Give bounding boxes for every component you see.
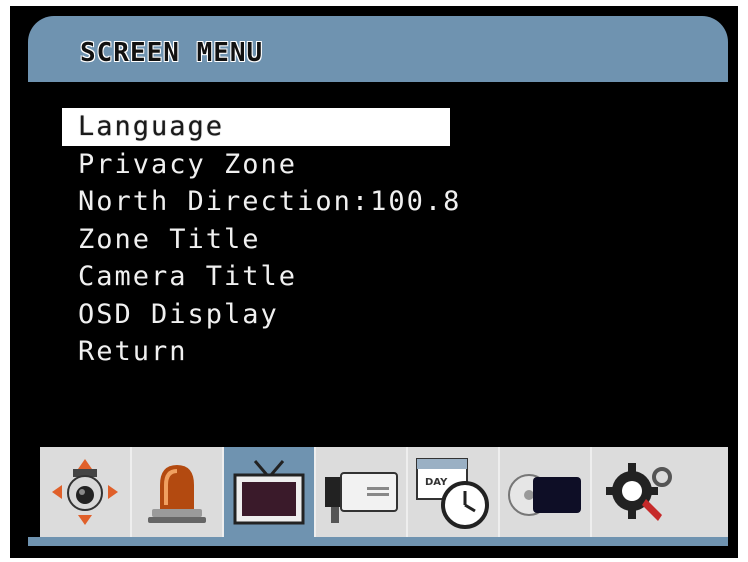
tool-disk[interactable] [500,447,592,537]
tool-settings[interactable] [592,447,684,537]
bottom-bar [28,537,728,546]
page-title: SCREEN MENU [80,38,264,68]
alarm-siren-icon [148,465,206,523]
menu-item-return[interactable]: Return [62,333,482,371]
icon-toolbar: DAY [40,447,728,537]
screen-menu-panel: SCREEN MENU Language Privacy Zone North … [28,16,728,546]
menu-list: Language Privacy Zone North Direction:10… [62,108,482,371]
tool-camera[interactable] [316,447,408,537]
screen-tv-icon [233,460,305,525]
tool-ptz[interactable] [40,447,132,537]
tool-screen[interactable] [224,447,316,537]
tool-alarm[interactable] [132,447,224,537]
disk-drive-icon [508,474,581,516]
menu-item-zone-title[interactable]: Zone Title [62,221,482,259]
day-clock-icon: DAY [416,458,489,529]
ptz-camera-icon [52,459,118,525]
menu-item-osd-display[interactable]: OSD Display [62,296,482,334]
menu-item-privacy-zone[interactable]: Privacy Zone [62,146,482,184]
menu-item-north-direction[interactable]: North Direction:100.8 [62,183,482,221]
menu-item-language[interactable]: Language [62,108,450,146]
camera-icon [325,472,398,523]
settings-gear-icon [606,463,672,521]
day-label: DAY [425,477,448,488]
osd-frame: SCREEN MENU Language Privacy Zone North … [10,6,738,558]
tool-day-clock[interactable]: DAY [408,447,500,537]
menu-item-camera-title[interactable]: Camera Title [62,258,482,296]
title-bar: SCREEN MENU [28,16,728,82]
